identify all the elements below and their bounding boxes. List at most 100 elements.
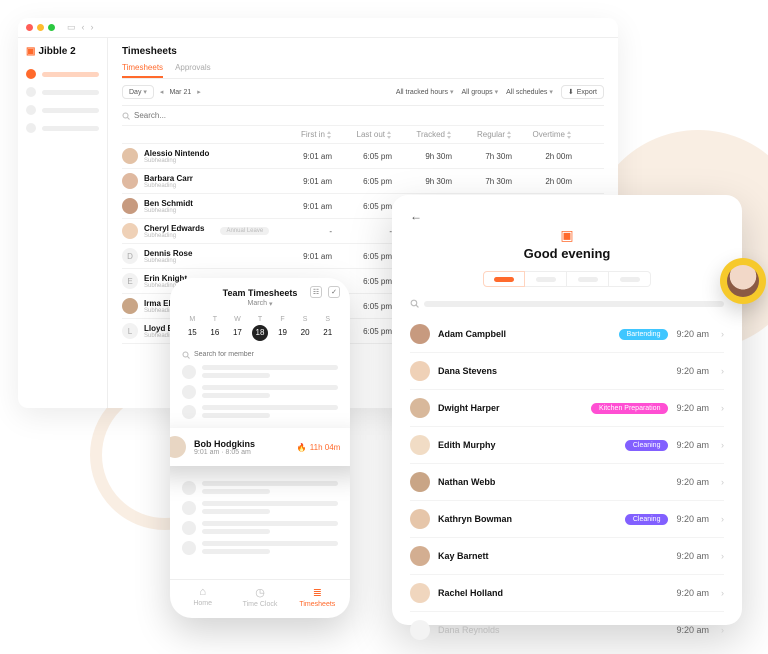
segmented-control[interactable] (483, 271, 651, 287)
nav-icon: ≣ (289, 586, 346, 599)
time-label: 9:20 am (676, 514, 709, 524)
avatar (122, 148, 138, 164)
list-item[interactable]: Rachel Holland9:20 am› (410, 575, 724, 612)
list-item[interactable]: Kathryn BowmanCleaning9:20 am› (410, 501, 724, 538)
export-button[interactable]: ⬇ Export (561, 85, 604, 99)
sidebar-toggle-icon[interactable]: ▭ (67, 22, 76, 33)
next-day-icon[interactable]: ▸ (197, 88, 201, 96)
fullscreen-dot[interactable] (48, 24, 55, 31)
cell-last_out: 6:05 pm (332, 202, 392, 211)
list-item[interactable]: Adam CampbellBartending9:20 am› (410, 316, 724, 353)
list-item[interactable] (182, 521, 338, 535)
person-name: Kay Barnett (438, 551, 668, 561)
list-item[interactable]: Nathan Webb9:20 am› (410, 464, 724, 501)
nav-time-clock[interactable]: ◷Time Clock (231, 586, 288, 608)
list-item[interactable]: Kay Barnett9:20 am› (410, 538, 724, 575)
list-item[interactable]: Edith MurphyCleaning9:20 am› (410, 427, 724, 464)
cell-first_in: 9:01 am (272, 252, 332, 261)
cell-last_out: 6:05 pm (332, 152, 392, 161)
member-card[interactable]: Bob Hodgkins 9:01 am · 8:05 am 🔥 11h 04m… (170, 428, 350, 466)
chevron-down-icon: ▾ (549, 88, 553, 96)
table-row[interactable]: Barbara CarrSubheading9:01 am6:05 pm9h 3… (122, 169, 604, 194)
weekday-label: F (272, 316, 293, 323)
person-subtitle: Subheading (144, 158, 209, 164)
date-cell[interactable]: 19 (272, 325, 293, 341)
nav-back-icon[interactable]: ‹ (82, 22, 85, 33)
date-cell[interactable]: 16 (205, 325, 226, 341)
brand-logo[interactable]: ▣ Jibble 2 (26, 46, 99, 57)
nav-icon: ◷ (231, 586, 288, 599)
chevron-down-icon: ▾ (450, 88, 454, 96)
chevron-down-icon: ▾ (495, 88, 499, 96)
list-item[interactable] (182, 501, 338, 515)
page-title: Timesheets (122, 46, 604, 57)
col-overtime[interactable]: Overtime (512, 130, 572, 139)
activity-badge: Bartending (619, 329, 669, 340)
time-label: 9:20 am (676, 588, 709, 598)
list-item[interactable] (182, 481, 338, 495)
col-tracked[interactable]: Tracked (392, 130, 452, 139)
date-cell[interactable]: 15 (182, 325, 203, 341)
range-label: Mar 21 (169, 89, 191, 96)
phone-month-select[interactable]: March ▾ (248, 300, 273, 308)
prev-day-icon[interactable]: ◂ (160, 88, 164, 96)
list-item[interactable]: Dana Stevens9:20 am› (410, 353, 724, 390)
filter-schedules[interactable]: All schedules ▾ (506, 88, 553, 96)
calendar-icon[interactable]: ☷ (310, 286, 322, 298)
minimize-dot[interactable] (37, 24, 44, 31)
window-titlebar: ▭ ‹ › (18, 18, 618, 38)
filter-hours[interactable]: All tracked hours ▾ (396, 88, 454, 96)
tab-timesheets[interactable]: Timesheets (122, 63, 163, 78)
nav-label: Home (193, 600, 212, 607)
sidebar-item[interactable] (26, 69, 99, 79)
list-item[interactable] (182, 365, 338, 379)
search-input[interactable] (134, 111, 604, 120)
range-mode-select[interactable]: Day ▾ (122, 85, 154, 99)
time-label: 9:20 am (676, 366, 709, 376)
col-regular[interactable]: Regular (452, 130, 512, 139)
segment[interactable] (609, 271, 651, 287)
date-cell[interactable]: 21 (317, 325, 338, 341)
table-row[interactable]: Alessio NintendoSubheading9:01 am6:05 pm… (122, 144, 604, 169)
nav-home[interactable]: ⌂Home (174, 586, 231, 608)
back-button[interactable]: ← (410, 209, 724, 223)
nav-forward-icon[interactable]: › (91, 22, 94, 33)
weekday-label: M (182, 316, 203, 323)
tab-approvals[interactable]: Approvals (175, 63, 211, 78)
cell-tracked: 9h 30m (392, 152, 452, 161)
segment[interactable] (525, 271, 567, 287)
avatar (410, 472, 430, 492)
filter-groups[interactable]: All groups ▾ (461, 88, 498, 96)
date-cell[interactable]: 20 (295, 325, 316, 341)
chevron-right-icon: › (721, 625, 724, 635)
tablet-search-placeholder[interactable] (424, 301, 724, 307)
avatar (410, 620, 430, 640)
date-cell[interactable]: 18 (252, 325, 268, 341)
list-item[interactable] (182, 541, 338, 555)
weekday-label: T (250, 316, 271, 323)
list-item[interactable]: Dana Reynolds9:20 am› (410, 612, 724, 648)
floating-avatar[interactable] (720, 258, 766, 304)
segment[interactable] (567, 271, 609, 287)
sidebar-item[interactable] (26, 87, 99, 97)
shield-icon[interactable]: ✓ (328, 286, 340, 298)
list-item[interactable] (182, 385, 338, 399)
weekday-label: T (205, 316, 226, 323)
chevron-right-icon: › (721, 588, 724, 598)
close-dot[interactable] (26, 24, 33, 31)
nav-timesheets[interactable]: ≣Timesheets (289, 586, 346, 608)
col-last-out[interactable]: Last out (332, 130, 392, 139)
phone-search-input[interactable] (194, 351, 338, 358)
sort-icon (567, 131, 572, 139)
member-times: 9:01 am · 8:05 am (194, 449, 289, 456)
list-item[interactable] (182, 405, 338, 419)
search-icon (182, 351, 190, 359)
sidebar-item[interactable] (26, 123, 99, 133)
col-first-in[interactable]: First in (272, 130, 332, 139)
segment[interactable] (483, 271, 525, 287)
date-cell[interactable]: 17 (227, 325, 248, 341)
sidebar-item[interactable] (26, 105, 99, 115)
chevron-right-icon: › (721, 440, 724, 450)
list-item[interactable]: Dwight HarperKitchen Preparation9:20 am› (410, 390, 724, 427)
weekday-labels: MTWTFSS (170, 312, 350, 323)
